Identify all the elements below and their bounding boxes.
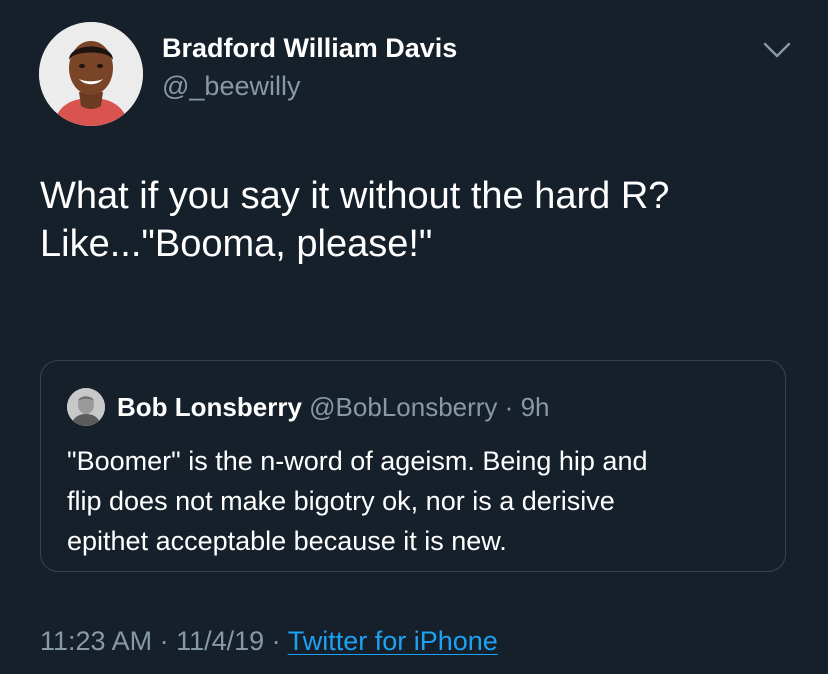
author-handle[interactable]: @_beewilly — [162, 70, 300, 102]
tweet-time[interactable]: 11:23 AM — [40, 626, 152, 656]
meta-separator: · — [152, 626, 177, 656]
tweet-date[interactable]: 11/4/19 — [176, 626, 264, 656]
chevron-down-icon[interactable] — [760, 36, 794, 66]
quoted-tweet-header: Bob Lonsberry @BobLonsberry · 9h — [117, 391, 550, 423]
quoted-tweet[interactable]: Bob Lonsberry @BobLonsberry · 9h "Boomer… — [40, 360, 786, 572]
author-avatar-image — [39, 22, 143, 126]
quoted-tweet-text: "Boomer" is the n-word of ageism. Being … — [67, 441, 767, 561]
quoted-tweet-time[interactable]: 9h — [521, 392, 550, 422]
quoted-author-avatar[interactable] — [67, 388, 105, 426]
tweet-text: What if you say it without the hard R? L… — [40, 172, 800, 268]
quoted-author-handle[interactable]: @BobLonsberry — [309, 392, 497, 422]
quoted-tweet-text-line: epithet acceptable because it is new. — [67, 526, 507, 556]
tweet-card: Bradford William Davis @_beewilly What i… — [0, 0, 828, 674]
tweet-text-line: What if you say it without the hard R? — [40, 175, 670, 217]
tweet-metadata: 11:23 AM · 11/4/19 · Twitter for iPhone — [40, 624, 498, 658]
author-display-name[interactable]: Bradford William Davis — [162, 32, 457, 64]
quoted-tweet-text-line: "Boomer" is the n-word of ageism. Being … — [67, 446, 648, 476]
tweet-text-line: Like..."Booma, please!" — [40, 223, 433, 265]
quoted-author-display-name[interactable]: Bob Lonsberry — [117, 392, 302, 422]
tweet-source-link[interactable]: Twitter for iPhone — [288, 626, 498, 656]
quoted-author-avatar-image — [67, 388, 105, 426]
author-avatar[interactable] — [39, 22, 143, 126]
meta-separator: · — [264, 626, 288, 656]
quoted-tweet-separator: · — [504, 392, 514, 422]
quoted-tweet-text-line: flip does not make bigotry ok, nor is a … — [67, 486, 615, 516]
